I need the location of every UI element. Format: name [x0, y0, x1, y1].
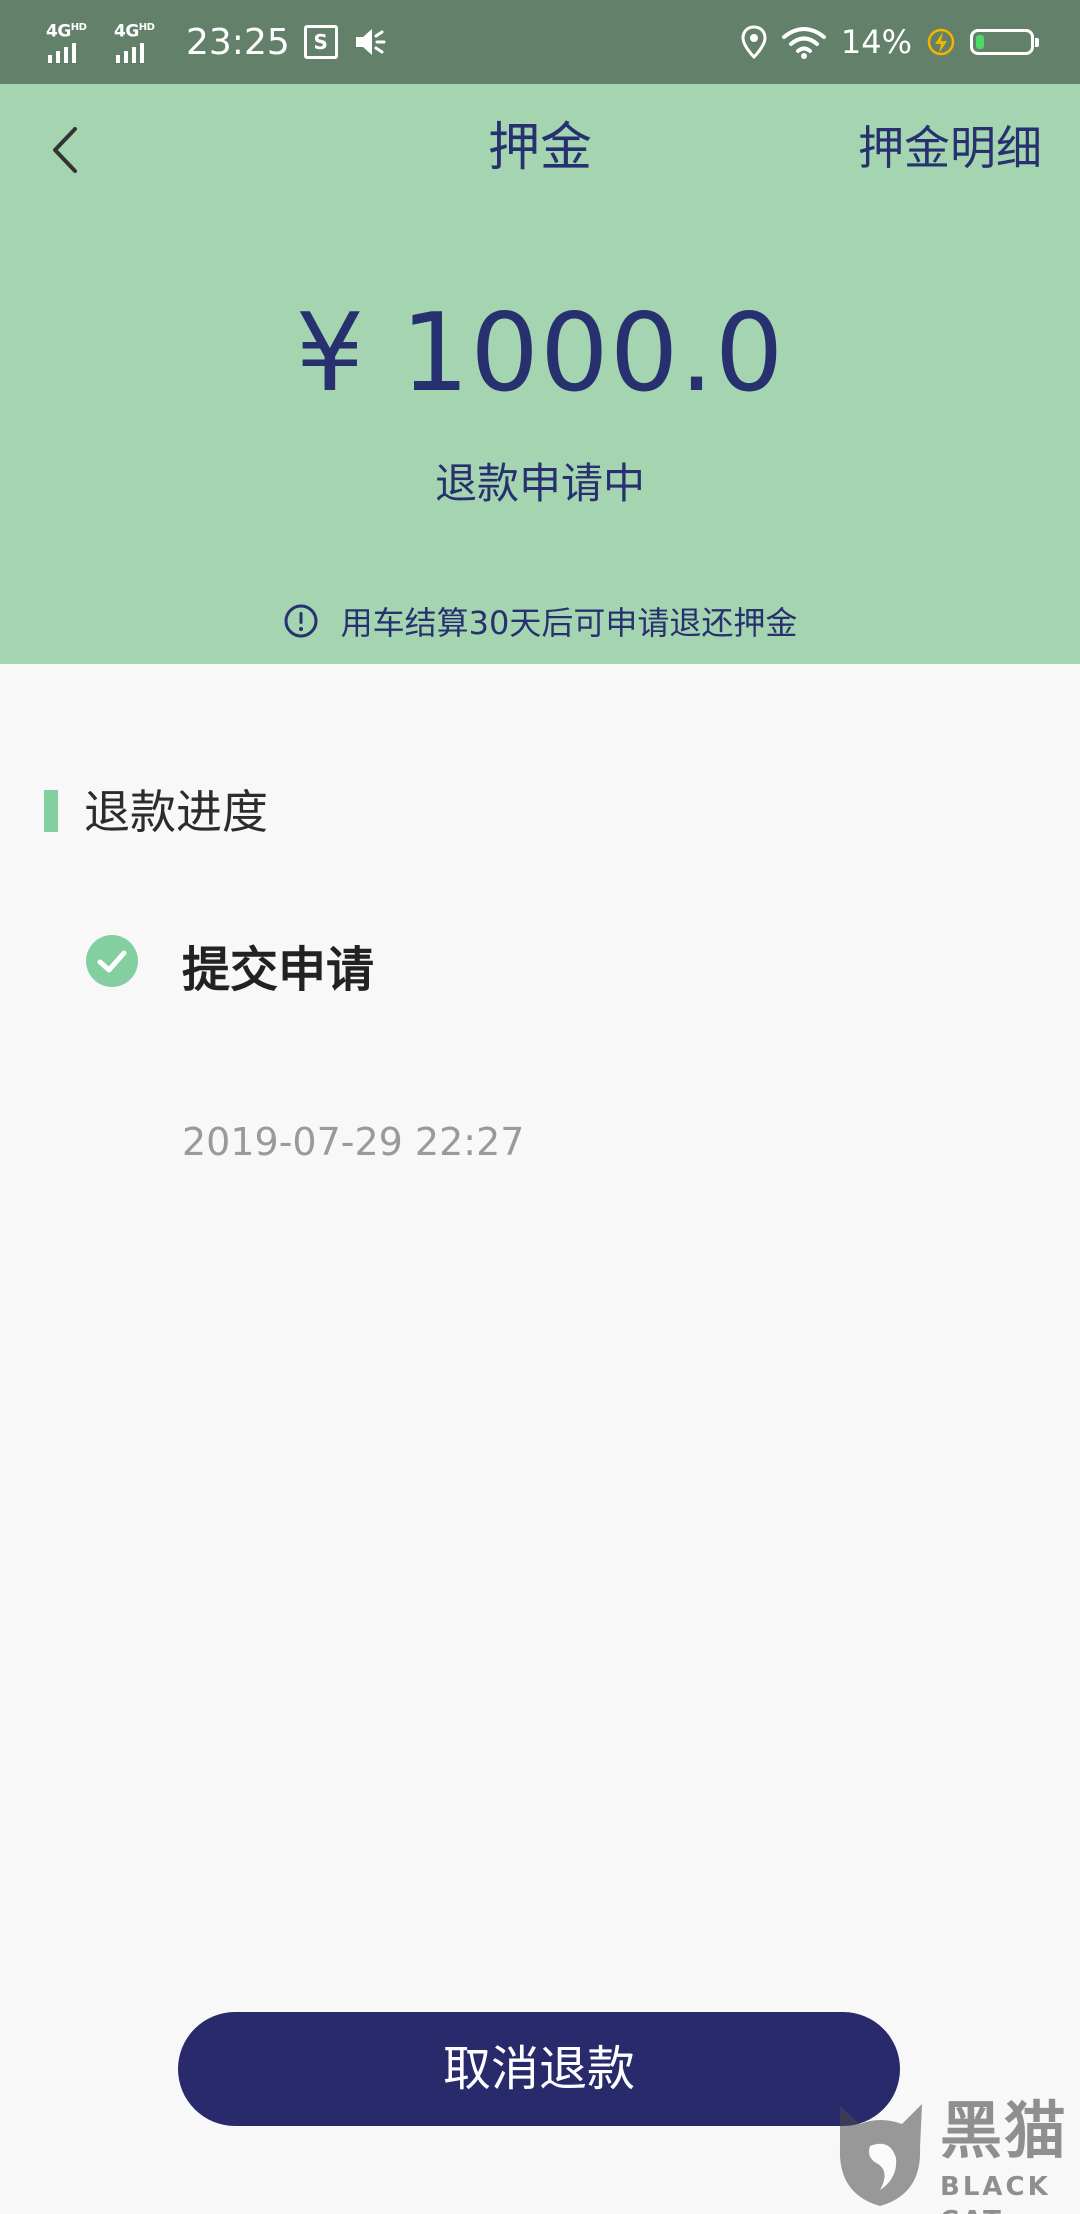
status-bar-left: 4GHD 4GHD 23:25 S: [46, 0, 386, 84]
refund-notice: 用车结算30天后可申请退还押金: [0, 598, 1080, 644]
info-icon: [284, 604, 318, 638]
status-bar: 4GHD 4GHD 23:25 S 14%: [0, 0, 1080, 84]
status-bar-right: 14%: [741, 0, 1039, 84]
network-tag-label: HD: [70, 22, 87, 33]
battery-icon: [970, 29, 1039, 55]
deposit-page: 4GHD 4GHD 23:25 S 14% 押金 押金明细 ¥ 1000.0 退…: [0, 0, 1080, 2214]
cancel-refund-button[interactable]: 取消退款: [178, 2012, 900, 2126]
notice-text: 用车结算30天后可申请退还押金: [340, 604, 798, 642]
network-type-label: 4G: [46, 21, 71, 42]
battery-percent: 14%: [840, 23, 912, 61]
cellular-signal-icon-2: 4GHD: [114, 19, 168, 65]
refund-status: 退款申请中: [434, 459, 645, 508]
black-cat-watermark: 黑猫 BLACK CAT: [800, 2094, 1080, 2214]
wifi-icon: [781, 27, 826, 59]
section-accent-bar: [44, 790, 58, 832]
network-tag-label-2: HD: [138, 22, 155, 33]
location-icon: [741, 25, 767, 59]
cellular-signal-icon: 4GHD: [46, 19, 100, 65]
cat-logo-icon: [839, 2104, 922, 2206]
charging-icon: [927, 28, 955, 56]
watermark-en: BLACK CAT: [940, 2172, 1051, 2214]
watermark-cn: 黑猫: [940, 2094, 1069, 2167]
network-type-label-2: 4G: [114, 21, 139, 42]
deposit-amount: ¥ 1000.0: [295, 291, 785, 416]
volume-icon: [355, 29, 386, 55]
progress-section-title: 退款进度: [84, 785, 268, 839]
step-title: 提交申请: [182, 942, 375, 998]
app-notification-icon: S: [303, 25, 338, 59]
deposit-header: 押金 押金明细 ¥ 1000.0 退款申请中 用车结算30天后可申请退还押金: [0, 84, 1080, 664]
deposit-details-link[interactable]: 押金明细: [858, 96, 1042, 200]
clock: 23:25: [186, 21, 290, 63]
step-time: 2019-07-29 22:27: [182, 1120, 525, 1164]
check-circle-icon: [86, 935, 138, 987]
